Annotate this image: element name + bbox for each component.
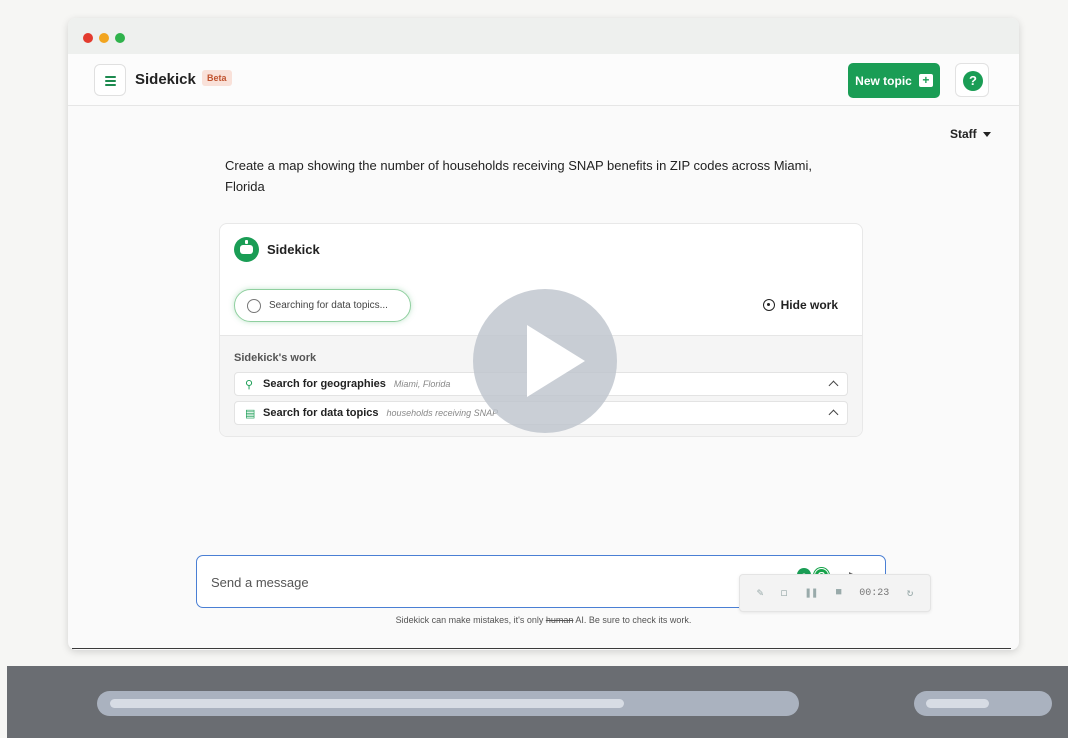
step-name: Search for data topics — [263, 407, 379, 419]
hide-work-label: Hide work — [780, 298, 838, 312]
video-control-bar — [7, 666, 1068, 738]
recording-time: 00:23 — [859, 587, 890, 599]
menu-line-icon — [105, 80, 116, 82]
disclaimer-strike: human — [545, 615, 574, 625]
book-icon: ▤ — [245, 407, 256, 420]
spinner-icon — [247, 298, 261, 313]
stop-icon[interactable]: ■ — [835, 587, 842, 599]
minimize-window-dot[interactable] — [99, 33, 109, 43]
restart-icon[interactable]: ↻ — [907, 586, 914, 600]
menu-line-icon — [105, 84, 116, 86]
app-title: Sidekick — [135, 71, 196, 88]
chevron-up-icon[interactable] — [828, 380, 839, 391]
menu-line-icon — [105, 76, 116, 78]
video-progress-fill — [110, 699, 624, 708]
user-prompt: Create a map showing the number of house… — [225, 158, 812, 194]
hamburger-menu-button[interactable] — [94, 64, 126, 96]
volume-slider[interactable] — [914, 691, 1052, 716]
new-topic-label: New topic — [855, 73, 912, 88]
hide-work-button[interactable]: Hide work — [762, 298, 838, 312]
step-detail: Miami, Florida — [393, 379, 451, 389]
app-header: Sidekick Beta New topic + ? — [68, 54, 1019, 106]
work-panel-label: Sidekick's work — [234, 352, 317, 364]
close-window-dot[interactable] — [83, 33, 93, 43]
screen-recorder-toolbar: ✎ ◻ ❚❚ ■ 00:23 ↻ — [739, 574, 931, 612]
chevron-up-icon[interactable] — [828, 409, 839, 420]
window-bottom-edge — [72, 648, 1011, 649]
help-icon: ? — [963, 71, 983, 91]
robot-icon — [234, 237, 259, 262]
help-button[interactable]: ? — [955, 63, 989, 97]
note-icon[interactable]: ◻ — [781, 586, 788, 600]
new-topic-button[interactable]: New topic + — [848, 63, 940, 98]
video-progress-track[interactable] — [97, 691, 799, 716]
step-detail: households receiving SNAP — [386, 408, 499, 418]
beta-badge: Beta — [202, 70, 232, 86]
disclaimer-text: Sidekick can make mistakes, it's only — [395, 615, 546, 625]
pencil-icon[interactable]: ✎ — [757, 586, 764, 600]
staff-menu[interactable]: Staff — [950, 127, 991, 141]
caret-down-icon — [982, 132, 991, 138]
new-topic-icon: + — [918, 74, 933, 87]
window-titlebar — [68, 18, 1019, 54]
card-header: Sidekick — [234, 237, 320, 262]
eye-icon — [762, 299, 775, 311]
map-pin-icon: ⚲ — [245, 378, 254, 391]
disclaimer-text-end: AI. Be sure to check its work. — [573, 615, 692, 625]
message-input[interactable] — [211, 570, 771, 594]
card-title: Sidekick — [267, 242, 320, 257]
staff-label: Staff — [950, 127, 977, 141]
status-text: Searching for data topics... — [269, 300, 388, 311]
maximize-window-dot[interactable] — [115, 33, 125, 43]
disclaimer: Sidekick can make mistakes, it's only hu… — [68, 615, 1019, 625]
play-video-icon[interactable] — [473, 289, 617, 433]
status-pill: Searching for data topics... — [234, 289, 411, 322]
volume-fill — [926, 699, 989, 708]
pause-icon[interactable]: ❚❚ — [805, 586, 818, 600]
step-name: Search for geographies — [263, 378, 386, 390]
